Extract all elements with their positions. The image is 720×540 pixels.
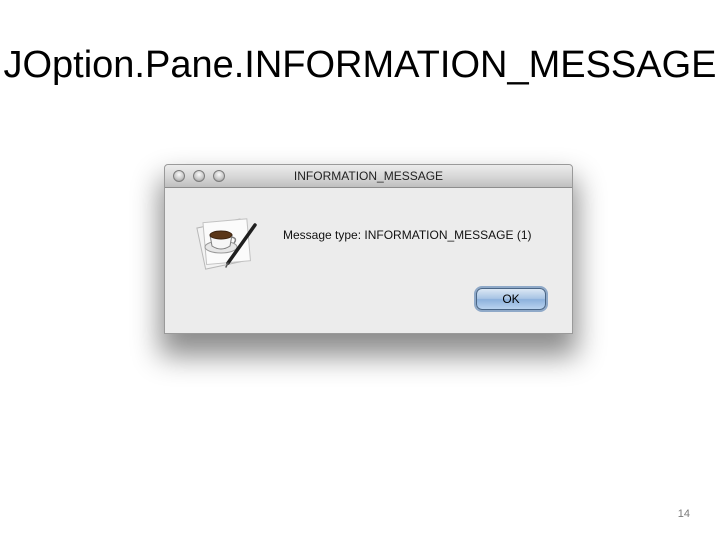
dialog-message: Message type: INFORMATION_MESSAGE (1) bbox=[283, 228, 532, 242]
slide-title: JOption.Pane.INFORMATION_MESSAGE bbox=[3, 44, 717, 86]
ok-button[interactable]: OK bbox=[476, 288, 546, 310]
page-number: 14 bbox=[677, 508, 690, 520]
information-dialog: INFORMATION_MESSAGE Message type: INFORM… bbox=[164, 164, 573, 334]
dialog-titlebar[interactable]: INFORMATION_MESSAGE bbox=[165, 165, 572, 188]
window-title: INFORMATION_MESSAGE bbox=[293, 169, 444, 183]
java-coffee-cup-icon bbox=[193, 211, 263, 271]
